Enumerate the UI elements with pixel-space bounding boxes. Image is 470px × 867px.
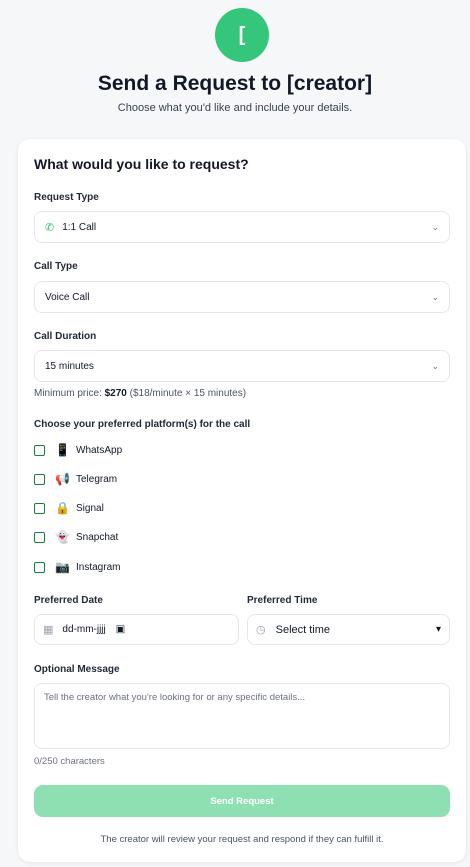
checkbox[interactable] [34,444,45,456]
preferred-date-input[interactable]: ▦ dd-mm-jjjj ▣ [34,614,239,645]
request-type-select[interactable]: ✆ 1:1 Call ⌄ [34,211,450,243]
time-value: Select time [275,623,331,636]
preferred-time-select[interactable]: ◷ Select time ▾ [247,614,450,645]
lock-icon: 🔒 [55,501,70,515]
platform-label: Telegram [76,473,118,485]
page-title: Send a Request to [creator] [97,72,373,95]
call-duration-label: Call Duration [34,331,97,342]
chevron-down-icon: ▾ [435,624,441,635]
min-price-detail: ($18/minute × 15 minutes) [129,388,247,399]
date-picker-icon[interactable]: ▣ [116,624,125,635]
checkbox[interactable] [34,473,45,485]
platform-option-instagram[interactable]: 📷 Instagram [34,559,120,575]
platform-label: Signal [76,502,104,514]
platform-label: Snapchat [76,531,119,543]
character-count: 0/250 characters [34,756,105,767]
call-type-label: Call Type [34,261,78,272]
call-duration-select[interactable]: 15 minutes ⌄ [34,350,450,382]
platforms-label: Choose your preferred platform(s) for th… [34,419,251,430]
platform-option-whatsapp[interactable]: 📱 WhatsApp [34,442,122,458]
optional-message-label: Optional Message [34,664,120,675]
platform-label: Instagram [76,561,121,573]
min-price-prefix: Minimum price: [34,388,102,399]
page-subtitle: Choose what you'd like and include your … [117,102,353,114]
preferred-date-label: Preferred Date [34,595,103,606]
call-duration-value: 15 minutes [45,360,94,372]
section-title: What would you like to request? [34,156,249,172]
checkbox[interactable] [34,531,45,543]
request-type-label: Request Type [34,192,99,203]
checkbox[interactable] [34,502,45,514]
chevron-down-icon: ⌄ [431,360,439,371]
request-form-card: What would you like to request? Request … [18,139,466,862]
ghost-icon: 👻 [55,530,70,544]
clock-icon: ◷ [256,624,266,636]
platform-option-snapchat[interactable]: 👻 Snapchat [34,529,118,545]
min-price-amount: $270 [104,388,127,399]
preferred-time-label: Preferred Time [247,595,318,606]
message-textarea[interactable]: Tell the creator what you're looking for… [34,683,450,749]
message-placeholder: Tell the creator what you're looking for… [44,692,306,703]
call-type-select[interactable]: Voice Call ⌄ [34,281,450,313]
chevron-down-icon: ⌄ [431,221,439,232]
creator-avatar: [ [215,8,269,62]
mobile-phone-icon: 📱 [55,443,70,457]
date-placeholder: dd-mm-jjjj [62,624,106,635]
megaphone-icon: 📢 [55,472,70,486]
footnote: The creator will review your request and… [100,834,384,845]
platform-option-signal[interactable]: 🔒 Signal [34,500,104,516]
platform-label: WhatsApp [76,444,123,456]
minimum-price-note: Minimum price: $270 ($18/minute × 15 min… [34,388,246,399]
send-request-button[interactable]: Send Request [34,785,450,817]
phone-icon: ✆ [45,221,55,234]
checkbox[interactable] [34,561,45,573]
platform-option-telegram[interactable]: 📢 Telegram [34,471,117,487]
calendar-icon: ▦ [43,624,54,636]
call-type-value: Voice Call [45,291,90,303]
camera-icon: 📷 [55,560,70,574]
chevron-down-icon: ⌄ [431,291,439,302]
avatar-initial: [ [238,23,246,46]
request-type-value: 1:1 Call [62,221,97,233]
